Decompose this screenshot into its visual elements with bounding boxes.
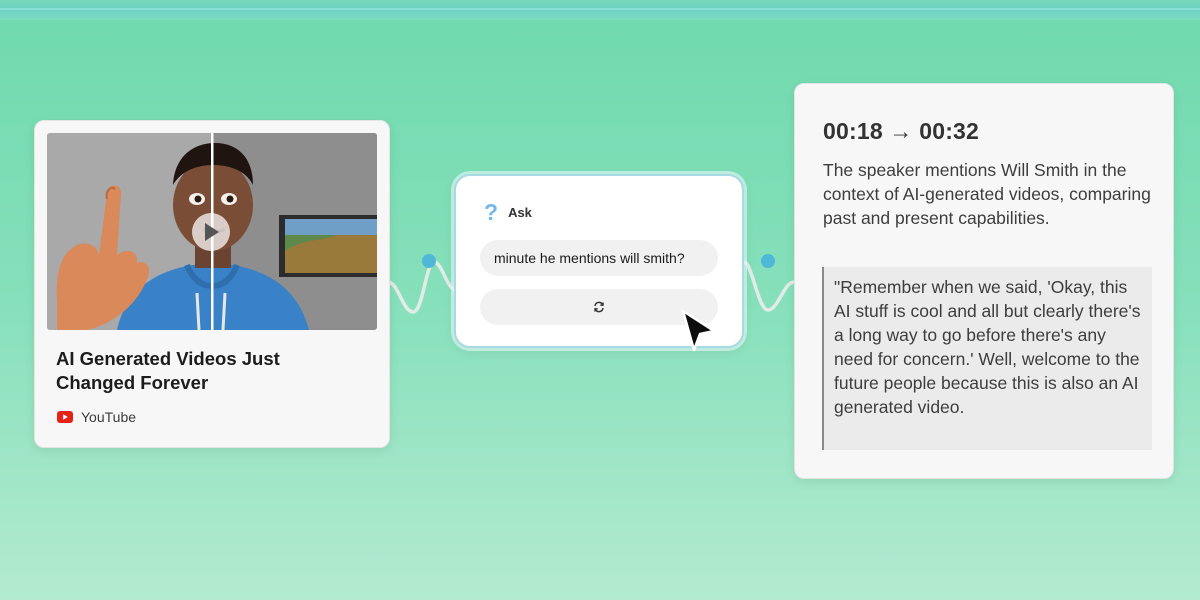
connector-dot-right: [761, 254, 775, 268]
result-summary: The speaker mentions Will Smith in the c…: [823, 160, 1151, 228]
question-icon: ?: [484, 199, 499, 225]
connector-dot-left: [422, 254, 436, 268]
video-card[interactable]: AI Generated Videos Just Changed Forever…: [34, 120, 390, 448]
connector-wave-left: [387, 260, 457, 314]
query-input[interactable]: minute he mentions will smith?: [480, 240, 718, 276]
refresh-icon: [594, 301, 604, 313]
ask-label: Ask: [508, 204, 532, 220]
result-card: 00:18 → 00:32 The speaker mentions Will …: [794, 83, 1174, 479]
cursor-icon: [681, 309, 716, 352]
transcript-quote: "Remember when we said, 'Okay, this AI s…: [822, 267, 1152, 450]
source-label: YouTube: [81, 409, 137, 425]
play-icon: [192, 213, 230, 251]
ask-header: ? Ask: [484, 199, 532, 225]
timestamp-range[interactable]: 00:18 → 00:32: [823, 118, 979, 145]
video-source: YouTube: [57, 409, 136, 425]
youtube-icon: [57, 411, 73, 423]
video-thumbnail[interactable]: [47, 133, 377, 330]
connector-wave-right: [743, 260, 795, 312]
video-title[interactable]: AI Generated Videos Just Changed Forever: [56, 347, 356, 395]
